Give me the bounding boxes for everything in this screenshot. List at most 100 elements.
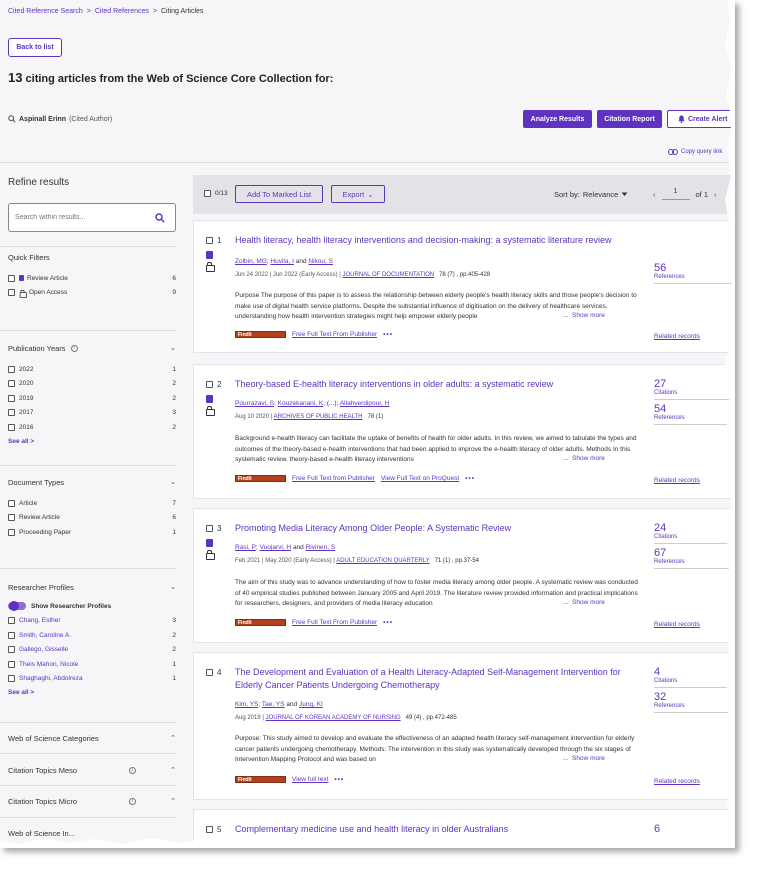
free-full-text-link[interactable]: Free Full Text From Publisher [292,331,377,338]
checkbox[interactable] [8,499,15,507]
findit-button[interactable]: FindIt [235,331,286,338]
filter-proceeding-paper[interactable]: Proceeding Paper 1 [8,525,176,540]
checkbox[interactable] [8,365,15,373]
filter-researcher[interactable]: Theis Mahon, Nicole 1 [8,657,176,672]
author-link[interactable]: Rasi, P [235,544,256,551]
checkbox[interactable] [8,646,15,654]
findit-button[interactable]: FindIt [235,475,286,482]
author-link[interactable]: Nikou, S [308,258,333,265]
checkbox[interactable] [8,617,15,625]
checkbox[interactable] [8,409,15,417]
result-checkbox[interactable] [206,237,213,244]
findit-button[interactable]: FindIt [235,776,286,783]
author-link[interactable]: Jung, KI [299,701,323,708]
show-more-link[interactable]: ... Show more [560,599,605,606]
citation-topics-meso-section[interactable]: Citation Topics Meso i ⌃ [8,764,176,776]
toggle-switch[interactable] [8,601,26,612]
related-records-link[interactable]: Related records [654,621,700,628]
filter-open-access[interactable]: Open Access 9 [8,286,176,301]
search-within-results[interactable] [8,203,176,232]
filter-year-2019[interactable]: 2019 2 [8,391,176,406]
show-more-link[interactable]: ... Show more [560,455,605,462]
author-link[interactable]: Tae, YS [262,701,285,708]
show-more-link[interactable]: ... Show more [560,755,605,762]
result-title[interactable]: The Development and Evaluation of a Heal… [235,666,645,691]
author-link[interactable]: Vuojarvi, H [260,544,292,551]
author-link[interactable]: Pourrazavi, S [235,400,274,407]
filter-researcher[interactable]: Chang, Esther 3 [8,614,176,629]
info-icon[interactable]: i [70,344,78,352]
chevron-up-icon[interactable]: ⌃ [170,734,176,742]
result-title[interactable]: Promoting Media Literacy Among Older Peo… [235,522,645,535]
citation-report-button[interactable]: Citation Report [597,110,662,128]
journal-link[interactable]: JOURNAL OF DOCUMENTATION [343,272,435,278]
checkbox[interactable] [8,394,15,402]
analyze-results-button[interactable]: Analyze Results [523,110,592,128]
more-options-icon[interactable]: ••• [334,776,344,783]
next-page-icon[interactable]: › [714,190,717,199]
search-within-input[interactable] [15,214,145,221]
show-more-link[interactable]: ... Show more [560,312,605,319]
select-all[interactable]: 0/13 [204,190,228,197]
view-full-text-link[interactable]: View full text [292,776,328,783]
checkbox[interactable] [8,423,15,431]
back-to-list-button[interactable]: Back to list [8,38,62,57]
researcher-profiles-title[interactable]: Researcher Profiles ⌄ [8,581,176,593]
free-full-text-link[interactable]: Free Full Text from Publisher [292,475,375,482]
info-icon[interactable]: i [129,766,137,774]
export-button[interactable]: Export ⌄ [331,185,385,203]
more-options-icon[interactable]: ••• [383,331,393,338]
chevron-up-icon[interactable]: ⌃ [170,766,176,774]
checkbox[interactable] [8,380,15,388]
author-link[interactable]: Kim, YS [235,701,258,708]
citation-topics-micro-section[interactable]: Citation Topics Micro i ⌃ [8,795,176,807]
sort-dropdown[interactable]: Sort by: Relevance [554,190,628,199]
checkbox[interactable] [8,528,15,536]
breadcrumb-cited-reference-search[interactable]: Cited Reference Search [8,8,83,15]
filter-review-article-type[interactable]: Review Article 6 [8,511,176,526]
author-link[interactable]: Zolbin, MG [235,258,267,265]
chevron-down-icon[interactable]: ⌄ [170,344,176,352]
filter-year-2016[interactable]: 2016 2 [8,420,176,435]
wos-categories-section[interactable]: Web of Science Categories ⌃ [8,732,176,744]
author-link[interactable]: Rivinen, S [306,544,336,551]
findit-button[interactable]: FindIt [235,619,286,626]
journal-link[interactable]: JOURNAL OF KOREAN ACADEMY OF NURSING [266,715,401,721]
filter-year-2017[interactable]: 2017 3 [8,406,176,421]
page-input[interactable]: 1 [661,188,690,200]
related-records-link[interactable]: Related records [654,477,700,484]
search-icon[interactable] [155,212,165,223]
more-options-icon[interactable]: ••• [383,619,393,626]
document-types-title[interactable]: Document Types ⌄ [8,476,176,488]
filter-article[interactable]: Article 7 [8,496,176,511]
info-icon[interactable]: i [129,797,137,805]
filter-researcher[interactable]: Gallego, Gisselle 2 [8,643,176,658]
see-all-years-link[interactable]: See all > [8,438,176,445]
result-checkbox[interactable] [206,826,213,833]
show-researcher-profiles-toggle[interactable]: Show Researcher Profiles [8,599,176,614]
checkbox[interactable] [8,660,15,668]
checkbox[interactable] [8,514,15,522]
author-link[interactable]: Huvila, I [270,258,293,265]
select-all-checkbox[interactable] [204,190,211,197]
filter-review-article[interactable]: Review Article 6 [8,271,176,286]
result-checkbox[interactable] [206,381,213,388]
free-full-text-link[interactable]: Free Full Text From Publisher [292,619,377,626]
chevron-down-icon[interactable]: ⌄ [170,478,176,486]
breadcrumb-cited-references[interactable]: Cited References [95,8,149,15]
checkbox[interactable] [8,675,15,683]
result-checkbox[interactable] [206,669,213,676]
result-title[interactable]: Health literacy, health literacy interve… [235,234,645,247]
author-link[interactable]: Kouzekanani, K [278,400,324,407]
checkbox[interactable] [8,631,15,639]
more-options-icon[interactable]: ••• [465,475,475,482]
author-link[interactable]: Allahverdipour, H [340,400,390,407]
filter-year-2020[interactable]: 2020 2 [8,377,176,392]
result-title[interactable]: Theory-based E-health literacy intervent… [235,378,645,391]
chevron-down-icon[interactable]: ⌄ [170,583,176,591]
checkbox[interactable] [8,274,15,282]
add-to-marked-list-button[interactable]: Add To Marked List [235,185,323,203]
filter-year-2022[interactable]: 2022 1 [8,362,176,377]
see-all-researchers-link[interactable]: See all > [8,689,176,696]
checkbox[interactable] [8,289,15,297]
